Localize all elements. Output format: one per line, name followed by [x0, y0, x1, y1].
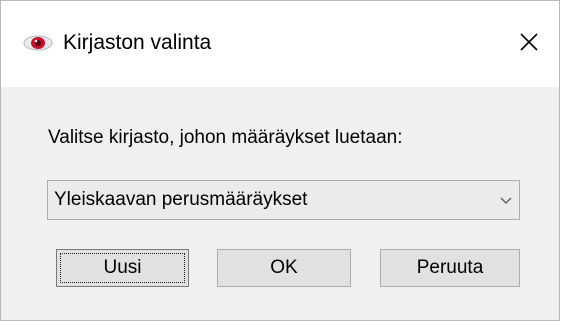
close-icon [519, 32, 539, 57]
eye-icon [23, 35, 53, 51]
library-dropdown-value: Yleiskaavan perusmääräykset [54, 189, 308, 210]
title-bar: Kirjaston valinta [1, 1, 559, 87]
dialog-content: Valitse kirjasto, johon määräykset lueta… [1, 87, 559, 320]
chevron-down-icon [499, 193, 513, 207]
ok-button-label: OK [270, 257, 298, 278]
prompt-label: Valitse kirjasto, johon määräykset lueta… [48, 127, 403, 148]
ok-button[interactable]: OK [217, 249, 351, 287]
new-button[interactable]: Uusi [56, 249, 189, 287]
cancel-button[interactable]: Peruuta [380, 249, 520, 287]
new-button-label: Uusi [103, 257, 142, 278]
window-title: Kirjaston valinta [63, 31, 212, 54]
cancel-button-label: Peruuta [416, 257, 484, 278]
library-selection-dialog: Kirjaston valinta Valitse kirjasto, joho… [0, 0, 560, 321]
library-dropdown[interactable]: Yleiskaavan perusmääräykset [47, 180, 520, 220]
close-button[interactable] [499, 15, 559, 73]
